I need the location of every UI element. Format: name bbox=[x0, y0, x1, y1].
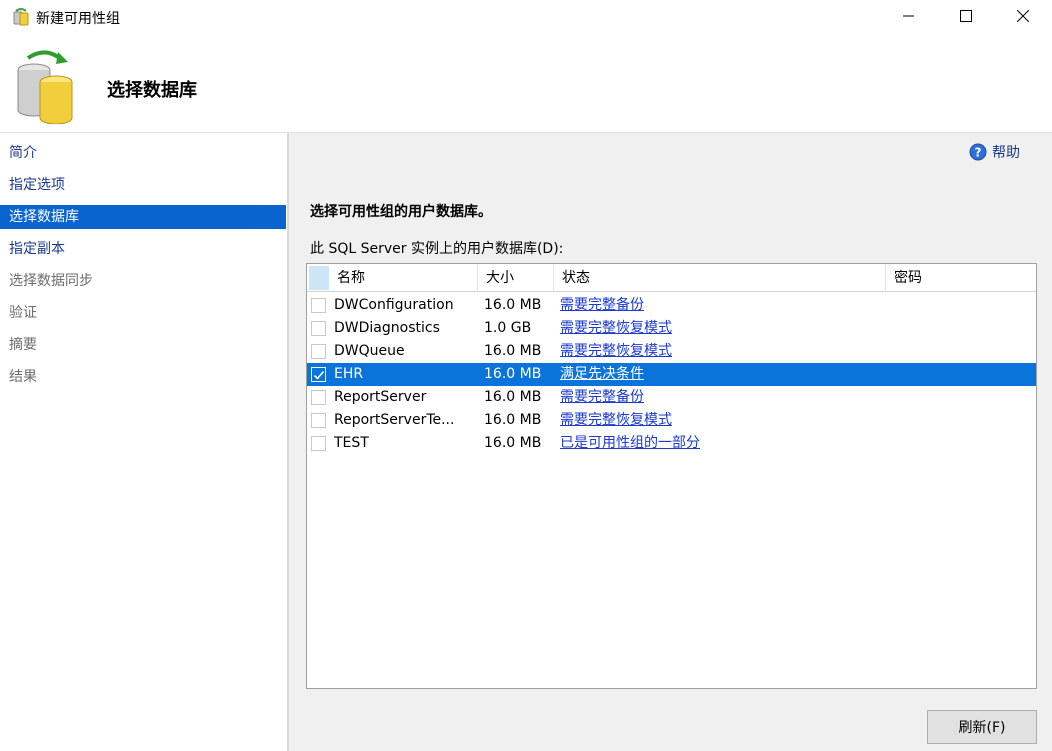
table-row[interactable]: EHR 16.0 MB 满足先决条件 bbox=[307, 363, 1036, 386]
database-size: 16.0 MB bbox=[484, 386, 559, 409]
database-size: 1.0 GB bbox=[484, 317, 559, 340]
row-checkbox[interactable] bbox=[311, 390, 326, 405]
status-link[interactable]: 需要完整恢复模式 bbox=[560, 340, 880, 363]
status-link[interactable]: 需要完整备份 bbox=[560, 386, 880, 409]
row-checkbox[interactable] bbox=[311, 436, 326, 451]
close-icon bbox=[1017, 10, 1029, 22]
page-title: 选择数据库 bbox=[107, 76, 197, 102]
row-checkbox[interactable] bbox=[311, 367, 326, 382]
help-icon: ? bbox=[969, 143, 987, 161]
database-list-label: 此 SQL Server 实例上的用户数据库(D): bbox=[310, 238, 563, 258]
database-size: 16.0 MB bbox=[484, 363, 559, 386]
maximize-button[interactable] bbox=[943, 0, 989, 32]
close-button[interactable] bbox=[1000, 0, 1046, 32]
column-header-password[interactable]: 密码 bbox=[886, 264, 1036, 292]
row-checkbox[interactable] bbox=[311, 413, 326, 428]
database-sync-icon bbox=[14, 48, 80, 124]
status-link[interactable]: 已是可用性组的一部分 bbox=[560, 432, 880, 455]
nav-item-data-sync: 选择数据同步 bbox=[0, 269, 286, 293]
database-name: TEST bbox=[334, 432, 474, 455]
database-name: ReportServer bbox=[334, 386, 474, 409]
help-link[interactable]: ? 帮助 bbox=[969, 142, 1020, 162]
window-title: 新建可用性组 bbox=[36, 8, 120, 28]
nav-item-specify-replicas[interactable]: 指定副本 bbox=[0, 237, 286, 261]
status-link[interactable]: 需要完整恢复模式 bbox=[560, 409, 880, 432]
minimize-button[interactable] bbox=[886, 0, 932, 32]
row-checkbox[interactable] bbox=[311, 344, 326, 359]
table-row[interactable]: DWQueue 16.0 MB 需要完整恢复模式 bbox=[307, 340, 1036, 363]
main-panel: ? 帮助 选择可用性组的用户数据库。 此 SQL Server 实例上的用户数据… bbox=[289, 133, 1052, 751]
title-bar: 新建可用性组 bbox=[0, 0, 1052, 34]
refresh-button[interactable]: 刷新(F) bbox=[927, 710, 1037, 744]
database-size: 16.0 MB bbox=[484, 340, 559, 363]
nav-item-select-databases[interactable]: 选择数据库 bbox=[0, 205, 286, 229]
database-size: 16.0 MB bbox=[484, 294, 559, 317]
column-header-size[interactable]: 大小 bbox=[478, 264, 554, 292]
database-name: ReportServerTe... bbox=[334, 409, 474, 432]
wizard-nav: 简介 指定选项 选择数据库 指定副本 选择数据同步 验证 摘要 结果 bbox=[0, 133, 287, 751]
row-checkbox[interactable] bbox=[311, 321, 326, 336]
column-header-status[interactable]: 状态 bbox=[554, 264, 886, 292]
status-link[interactable]: 需要完整备份 bbox=[560, 294, 880, 317]
column-header-name[interactable]: 名称 bbox=[329, 264, 478, 292]
database-grid[interactable]: 名称 大小 状态 密码 DWConfiguration 16.0 MB 需要完整… bbox=[306, 263, 1037, 689]
table-row[interactable]: ReportServer 16.0 MB 需要完整备份 bbox=[307, 386, 1036, 409]
database-size: 16.0 MB bbox=[484, 409, 559, 432]
table-row[interactable]: DWConfiguration 16.0 MB 需要完整备份 bbox=[307, 294, 1036, 317]
minimize-icon bbox=[903, 10, 915, 22]
page-header: 选择数据库 bbox=[0, 34, 1052, 132]
section-title: 选择可用性组的用户数据库。 bbox=[310, 201, 492, 221]
checkmark-icon bbox=[313, 369, 325, 381]
table-row[interactable]: DWDiagnostics 1.0 GB 需要完整恢复模式 bbox=[307, 317, 1036, 340]
table-row[interactable]: TEST 16.0 MB 已是可用性组的一部分 bbox=[307, 432, 1036, 455]
nav-item-specify-options[interactable]: 指定选项 bbox=[0, 173, 286, 197]
status-link[interactable]: 需要完整恢复模式 bbox=[560, 317, 880, 340]
svg-text:?: ? bbox=[975, 146, 982, 160]
status-link[interactable]: 满足先决条件 bbox=[560, 363, 880, 386]
maximize-icon bbox=[960, 10, 972, 22]
grid-header: 名称 大小 状态 密码 bbox=[307, 264, 1036, 292]
database-size: 16.0 MB bbox=[484, 432, 559, 455]
nav-item-validation: 验证 bbox=[0, 301, 286, 325]
help-label: 帮助 bbox=[992, 142, 1020, 162]
row-checkbox[interactable] bbox=[311, 298, 326, 313]
database-name: DWDiagnostics bbox=[334, 317, 474, 340]
nav-item-intro[interactable]: 简介 bbox=[0, 141, 286, 165]
app-icon bbox=[11, 7, 31, 27]
table-row[interactable]: ReportServerTe... 16.0 MB 需要完整恢复模式 bbox=[307, 409, 1036, 432]
nav-item-summary: 摘要 bbox=[0, 333, 286, 357]
nav-item-results: 结果 bbox=[0, 365, 286, 389]
database-name: DWConfiguration bbox=[334, 294, 474, 317]
select-all-checkbox[interactable] bbox=[309, 266, 329, 290]
database-name: EHR bbox=[334, 363, 474, 386]
database-name: DWQueue bbox=[334, 340, 474, 363]
